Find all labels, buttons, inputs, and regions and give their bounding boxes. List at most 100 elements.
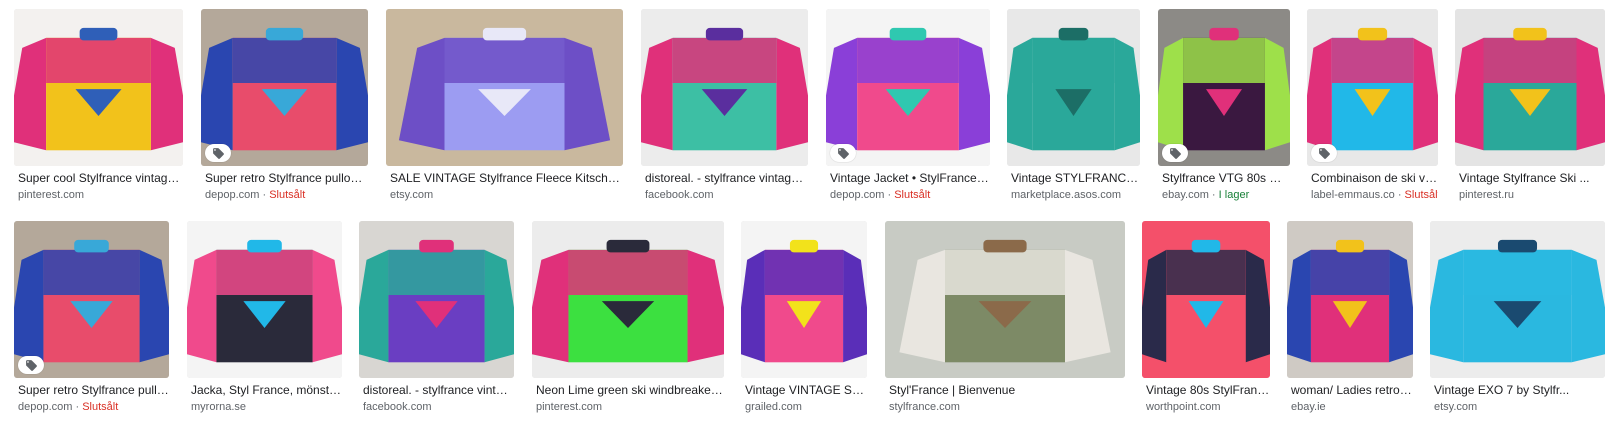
result-source: ebay.com · I lager	[1162, 188, 1290, 202]
image-result-card[interactable]: Vintage VINTAGE STYL... grailed.com	[741, 221, 867, 418]
result-thumbnail[interactable]	[741, 221, 867, 378]
result-thumbnail[interactable]	[187, 221, 342, 378]
result-source: etsy.com	[390, 188, 623, 202]
price-tag-icon	[18, 356, 44, 374]
result-source: facebook.com	[363, 400, 514, 414]
price-tag-icon	[830, 144, 856, 162]
result-source: stylfrance.com	[889, 400, 1125, 414]
result-source: marketplace.asos.com	[1011, 188, 1140, 202]
image-result-card[interactable]: Styl'France | Bienvenue stylfrance.com	[885, 221, 1125, 418]
source-domain: grailed.com	[745, 401, 802, 413]
source-domain: depop.com	[18, 401, 73, 413]
source-domain: depop.com	[205, 189, 260, 201]
result-source: worthpoint.com	[1146, 400, 1270, 414]
result-title[interactable]: Super retro Stylfrance pullover s...	[205, 171, 368, 186]
result-title[interactable]: distoreal. - stylfrance vintage...	[363, 383, 514, 398]
result-source: depop.com · Slutsålt	[205, 188, 368, 202]
result-thumbnail[interactable]	[14, 221, 169, 378]
result-title[interactable]: Super cool Stylfrance vintage 8...	[18, 171, 183, 186]
result-thumbnail[interactable]	[1455, 9, 1605, 166]
result-thumbnail[interactable]	[532, 221, 724, 378]
image-result-card[interactable]: Super cool Stylfrance vintage 8... pinter…	[14, 9, 183, 206]
result-thumbnail[interactable]	[1430, 221, 1605, 378]
image-result-card[interactable]: Vintage STYLFRANCE Fu... marketplace.asos…	[1007, 9, 1140, 206]
result-thumbnail[interactable]	[641, 9, 808, 166]
result-title[interactable]: Vintage STYLFRANCE Fu...	[1011, 171, 1140, 186]
source-domain: myrorna.se	[191, 401, 247, 413]
result-source: myrorna.se	[191, 400, 342, 414]
result-thumbnail[interactable]	[14, 9, 183, 166]
result-source: etsy.com	[1434, 400, 1605, 414]
image-result-card[interactable]: Neon Lime green ski windbreaker vin... pi…	[532, 221, 724, 418]
result-source: pinterest.ru	[1459, 188, 1605, 202]
result-title[interactable]: Vintage 80s StylFrance...	[1146, 383, 1270, 398]
image-result-card[interactable]: Super retro Stylfrance pullov... depop.co…	[14, 221, 169, 418]
price-tag-icon	[1162, 144, 1188, 162]
source-domain: facebook.com	[645, 189, 714, 201]
result-thumbnail[interactable]	[359, 221, 514, 378]
result-thumbnail[interactable]	[1287, 221, 1413, 378]
result-title[interactable]: Vintage EXO 7 by Stylfr...	[1434, 383, 1605, 398]
availability-status: I lager	[1218, 189, 1250, 201]
result-thumbnail[interactable]	[885, 221, 1125, 378]
image-result-card[interactable]: Vintage Stylfrance Ski ... pinterest.ru	[1455, 9, 1605, 206]
result-title[interactable]: SALE VINTAGE Stylfrance Fleece Kitsch Bl…	[390, 171, 623, 186]
result-thumbnail[interactable]	[1007, 9, 1140, 166]
image-result-card[interactable]: Vintage EXO 7 by Stylfr... etsy.com	[1430, 221, 1605, 418]
result-source: grailed.com	[745, 400, 867, 414]
result-title[interactable]: woman/ Ladies retro St...	[1291, 383, 1413, 398]
availability-status: Slutsålt	[82, 401, 119, 413]
result-source: facebook.com	[645, 188, 808, 202]
result-title[interactable]: Jacka, Styl France, mönstrad,...	[191, 383, 342, 398]
image-result-card[interactable]: Super retro Stylfrance pullover s... depo…	[201, 9, 368, 206]
image-result-card[interactable]: distoreal. - stylfrance vintage... facebo…	[359, 221, 514, 418]
result-title[interactable]: Styl'France | Bienvenue	[889, 383, 1125, 398]
price-tag-icon	[1311, 144, 1337, 162]
source-separator: ·	[72, 401, 83, 413]
result-thumbnail[interactable]	[826, 9, 990, 166]
result-source: pinterest.com	[536, 400, 724, 414]
source-domain: facebook.com	[363, 401, 432, 413]
result-title[interactable]: Combinaison de ski vint...	[1311, 171, 1438, 186]
result-source: label-emmaus.co · Slutsålt	[1311, 188, 1438, 202]
result-thumbnail[interactable]	[386, 9, 623, 166]
source-domain: pinterest.com	[536, 401, 603, 413]
image-result-card[interactable]: Jacka, Styl France, mönstrad,... myrorna.…	[187, 221, 342, 418]
result-thumbnail[interactable]	[1307, 9, 1438, 166]
source-domain: marketplace.asos.com	[1011, 189, 1122, 201]
price-tag-icon	[205, 144, 231, 162]
source-domain: ebay.com	[1162, 189, 1209, 201]
result-source: depop.com · Slutsålt	[830, 188, 990, 202]
image-results-grid: Super cool Stylfrance vintage 8... pinter…	[0, 0, 1613, 429]
image-result-card[interactable]: Combinaison de ski vint... label-emmaus.c…	[1307, 9, 1438, 206]
result-thumbnail[interactable]	[1158, 9, 1290, 166]
image-result-card[interactable]: distoreal. - stylfrance vintage ja... fac…	[641, 9, 808, 206]
result-title[interactable]: distoreal. - stylfrance vintage ja...	[645, 171, 808, 186]
result-title[interactable]: Vintage VINTAGE STYL...	[745, 383, 867, 398]
result-thumbnail[interactable]	[1142, 221, 1270, 378]
result-title[interactable]: Vintage Stylfrance Ski ...	[1459, 171, 1605, 186]
result-source: ebay.ie	[1291, 400, 1413, 414]
result-title[interactable]: Super retro Stylfrance pullov...	[18, 383, 169, 398]
image-result-card[interactable]: SALE VINTAGE Stylfrance Fleece Kitsch Bl…	[386, 9, 623, 206]
image-result-card[interactable]: Vintage Jacket • StylFrance • V... depop.…	[826, 9, 990, 206]
source-domain: etsy.com	[1434, 401, 1478, 413]
source-domain: pinterest.com	[18, 189, 85, 201]
availability-status: Slutsålt	[1404, 189, 1438, 201]
source-domain: etsy.com	[390, 189, 434, 201]
source-domain: stylfrance.com	[889, 401, 960, 413]
source-domain: pinterest.ru	[1459, 189, 1515, 201]
source-domain: depop.com	[830, 189, 885, 201]
image-result-card[interactable]: Stylfrance VTG 80s RAR... ebay.com · I la…	[1158, 9, 1290, 206]
result-title[interactable]: Stylfrance VTG 80s RAR...	[1162, 171, 1290, 186]
image-result-card[interactable]: woman/ Ladies retro St... ebay.ie	[1287, 221, 1413, 418]
source-domain: label-emmaus.co	[1311, 189, 1395, 201]
source-separator: ·	[1208, 189, 1219, 201]
image-result-card[interactable]: Vintage 80s StylFrance... worthpoint.com	[1142, 221, 1270, 418]
availability-status: Slutsålt	[894, 189, 931, 201]
result-thumbnail[interactable]	[201, 9, 368, 166]
result-title[interactable]: Neon Lime green ski windbreaker vin...	[536, 383, 724, 398]
source-domain: worthpoint.com	[1146, 401, 1221, 413]
result-title[interactable]: Vintage Jacket • StylFrance • V...	[830, 171, 990, 186]
result-source: depop.com · Slutsålt	[18, 400, 169, 414]
